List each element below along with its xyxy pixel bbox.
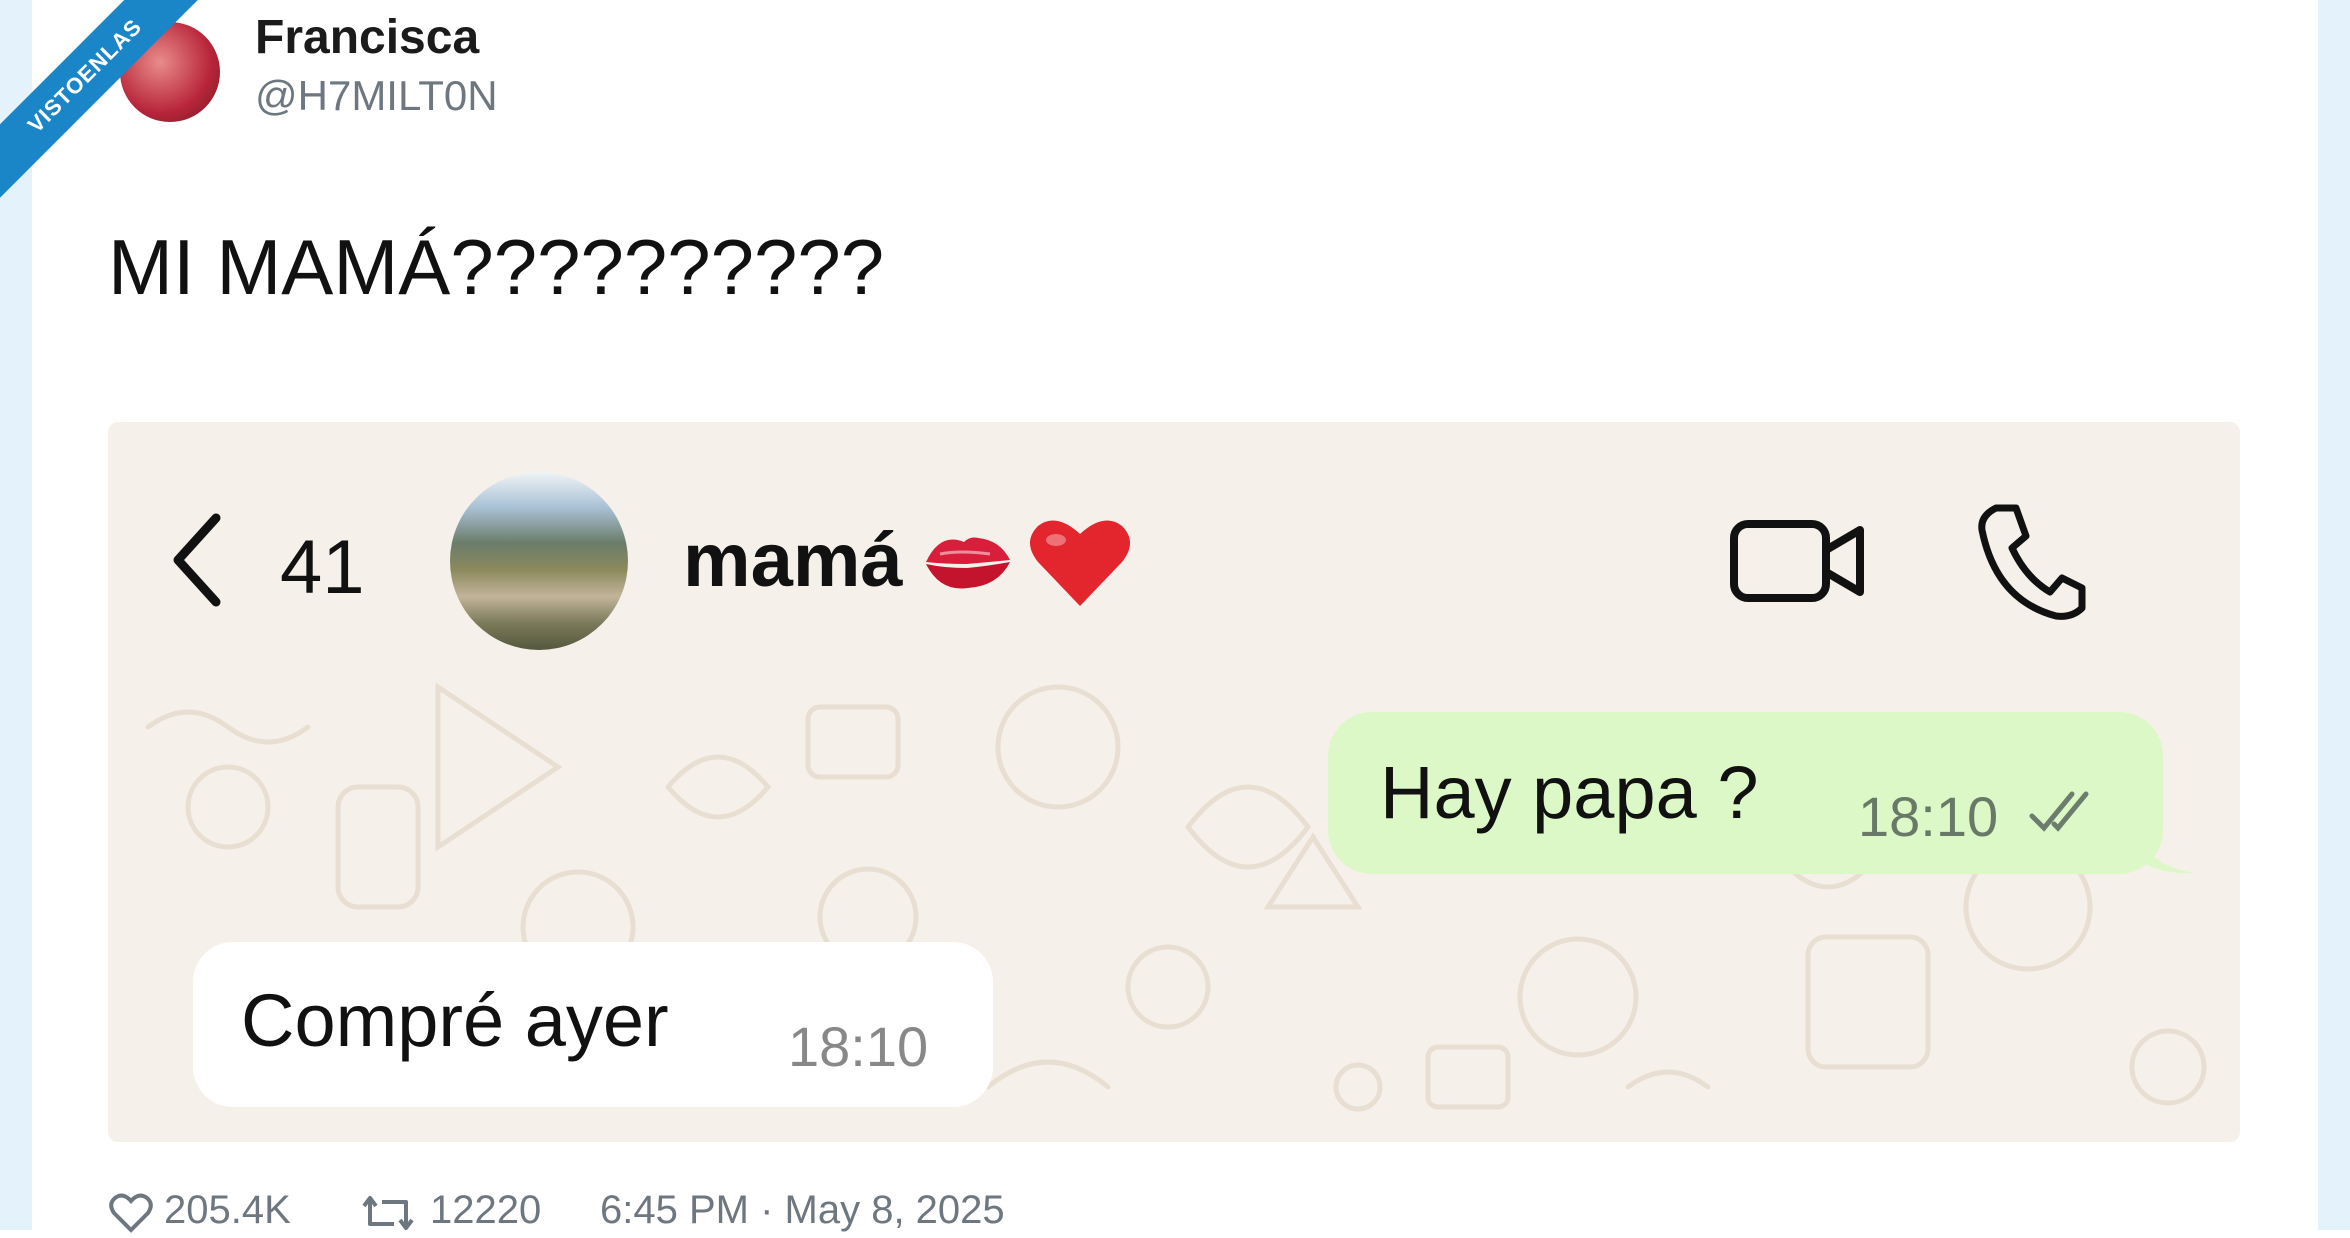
message-time: 18:10 [1858, 785, 1999, 848]
kiss-icon [926, 537, 1010, 589]
video-call-icon[interactable] [1728, 510, 1868, 610]
red-heart-icon [1030, 520, 1130, 606]
heart-outline-icon[interactable] [108, 1192, 154, 1234]
incoming-message[interactable]: Compré ayer 18:10 [193, 942, 993, 1107]
contact-name[interactable]: mamá [683, 517, 903, 604]
tweet-text: MI MAMÁ?????????? [108, 223, 885, 311]
chat-screenshot[interactable]: 41 mamá Hay papa ? 18:10 Compré ayer 18:… [108, 422, 2240, 1142]
message-text: Hay papa ? [1380, 751, 1759, 834]
contact-avatar[interactable] [450, 472, 628, 650]
chat-header: 41 mamá [108, 422, 2240, 667]
like-count[interactable]: 205.4K [164, 1188, 291, 1233]
unread-count[interactable]: 41 [280, 524, 365, 611]
message-time: 18:10 [788, 1015, 929, 1078]
retweet-count[interactable]: 12220 [430, 1188, 541, 1233]
bubble-tail [2136, 827, 2196, 874]
author-handle[interactable]: @H7MILT0N [255, 72, 498, 120]
outgoing-message[interactable]: Hay papa ? 18:10 [1328, 712, 2163, 874]
phone-icon[interactable] [1976, 500, 2086, 620]
double-check-icon [2029, 791, 2089, 832]
author-name[interactable]: Francisca [255, 10, 479, 65]
message-text: Compré ayer [241, 979, 669, 1062]
tweet-timestamp[interactable]: 6:45 PM · May 8, 2025 [600, 1188, 1005, 1233]
right-border [2318, 0, 2350, 1230]
retweet-icon[interactable] [360, 1192, 416, 1234]
back-chevron-icon[interactable] [168, 510, 228, 610]
